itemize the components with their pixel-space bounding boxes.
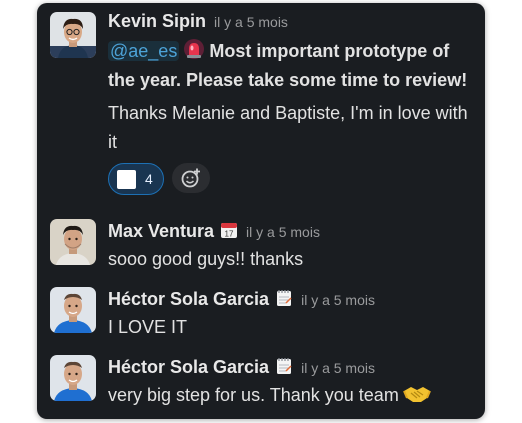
- timestamp[interactable]: il y a 5 mois: [214, 14, 288, 30]
- message-body: very big step for us. Thank you team: [108, 385, 399, 405]
- calendar-icon[interactable]: 17: [220, 221, 238, 239]
- message-kevin-sipin[interactable]: Kevin Sipin il y a 5 mois @ae_es Most imp…: [37, 9, 485, 209]
- message-thread-panel: Kevin Sipin il y a 5 mois @ae_es Most imp…: [37, 3, 485, 419]
- message-header: Kevin Sipin il y a 5 mois: [108, 11, 477, 37]
- user-mention[interactable]: @ae_es: [108, 41, 180, 61]
- message-header: Héctor Sola Garcia il y a 5 mois: [108, 355, 477, 381]
- reactions-row: 4: [108, 163, 477, 195]
- message-hector-2[interactable]: Héctor Sola Garcia il y a 5 mois very bi…: [37, 353, 485, 415]
- rotating-light-icon: [183, 38, 205, 60]
- timestamp[interactable]: il y a 5 mois: [246, 224, 320, 240]
- add-emoji-icon: [181, 168, 200, 188]
- reaction-pill[interactable]: 4: [108, 163, 164, 195]
- message-body: sooo good guys!! thanks: [108, 249, 304, 269]
- author-name[interactable]: Héctor Sola Garcia: [108, 289, 269, 310]
- timestamp[interactable]: il y a 5 mois: [301, 360, 375, 376]
- spiral-notepad-icon[interactable]: [275, 289, 293, 307]
- author-name[interactable]: Max Ventura: [108, 221, 214, 242]
- author-name[interactable]: Héctor Sola Garcia: [108, 357, 269, 378]
- message-hector-1[interactable]: Héctor Sola Garcia il y a 5 mois I LOVE …: [37, 285, 485, 347]
- reaction-count: 4: [145, 171, 153, 187]
- timestamp[interactable]: il y a 5 mois: [301, 292, 375, 308]
- hector-avatar[interactable]: [50, 287, 96, 333]
- spiral-notepad-icon[interactable]: [275, 357, 293, 375]
- message-body: I LOVE IT: [108, 317, 188, 337]
- reaction-emoji-icon: [117, 169, 136, 189]
- message-body: Thanks Melanie and Baptiste, I'm in love…: [108, 103, 468, 152]
- kevin-avatar[interactable]: [50, 12, 96, 58]
- message-max-ventura[interactable]: Max Ventura 17 il y a 5 mois sooo good g…: [37, 217, 485, 279]
- add-reaction-button[interactable]: [171, 163, 210, 193]
- handshake-icon: [402, 383, 431, 405]
- hector-avatar[interactable]: [50, 355, 96, 401]
- message-lead: @ae_es Most important prototype of the ye…: [108, 37, 477, 95]
- message-header: Max Ventura 17 il y a 5 mois: [108, 219, 477, 245]
- calendar-day: 17: [225, 230, 234, 239]
- message-header: Héctor Sola Garcia il y a 5 mois: [108, 287, 477, 313]
- max-avatar[interactable]: [50, 219, 96, 265]
- message-body-line: very big step for us. Thank you team: [108, 381, 477, 410]
- author-name[interactable]: Kevin Sipin: [108, 11, 206, 32]
